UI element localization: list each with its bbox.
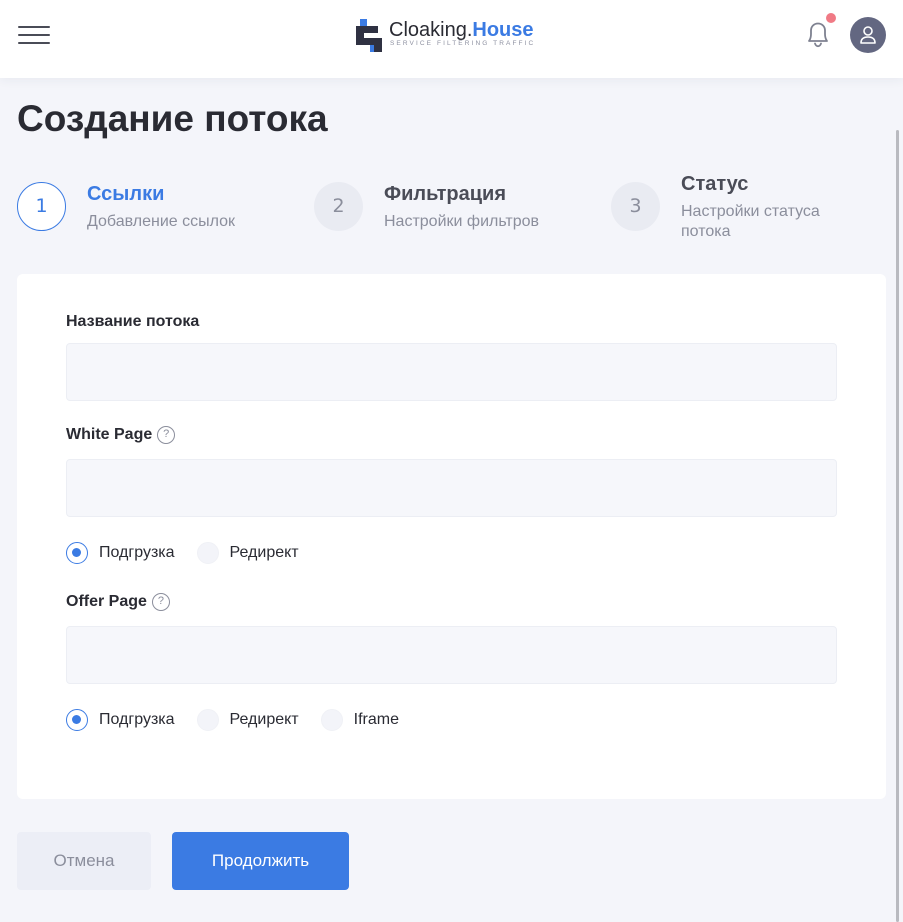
- white-page-radio-load[interactable]: Подгрузка: [66, 542, 175, 564]
- step-title: Ссылки: [87, 183, 165, 205]
- step-subtitle: Настройки фильтров: [384, 213, 540, 230]
- offer-page-help-icon[interactable]: ?: [151, 593, 170, 611]
- offer-page-label-text: Offer Page: [66, 593, 147, 610]
- radio-label: Редирект: [229, 544, 299, 561]
- radio-label: Iframe: [353, 711, 399, 728]
- white-page-label: White Page ?: [66, 426, 176, 444]
- offer-page-radio-load[interactable]: Подгрузка: [66, 709, 175, 731]
- logo-accent: House: [472, 19, 534, 41]
- logo-wordmark: Cloaking.House: [389, 18, 534, 42]
- scrollbar[interactable]: [896, 130, 899, 922]
- offer-page-label: Offer Page ?: [66, 593, 170, 611]
- step-number: 1: [17, 182, 66, 231]
- offer-page-input[interactable]: [66, 626, 837, 684]
- user-icon: [860, 26, 876, 44]
- user-avatar[interactable]: [850, 17, 886, 53]
- radio-dot: [66, 709, 88, 731]
- radio-dot: [196, 542, 219, 564]
- menu-icon-line: [18, 34, 50, 36]
- white-page-mode-group: Подгрузка Редирект: [66, 542, 321, 564]
- top-bar: Cloaking.House SERVICE FILTERING TRAFFIC: [0, 0, 903, 78]
- notification-bell-icon[interactable]: [803, 18, 833, 50]
- logo-tagline: SERVICE FILTERING TRAFFIC: [390, 40, 536, 47]
- white-page-help-icon[interactable]: ?: [157, 426, 176, 444]
- radio-label: Подгрузка: [99, 711, 175, 728]
- stream-name-input[interactable]: [66, 343, 837, 401]
- radio-label: Редирект: [229, 711, 299, 728]
- page-title: Создание потока: [17, 98, 328, 139]
- offer-page-radio-redirect[interactable]: Редирект: [196, 709, 299, 731]
- white-page-radio-redirect[interactable]: Редирект: [196, 542, 299, 564]
- notification-dot: [826, 13, 836, 23]
- radio-dot: [66, 542, 88, 564]
- menu-icon-line: [18, 42, 50, 44]
- step-number: 3: [611, 182, 660, 231]
- white-page-label-text: White Page: [66, 426, 153, 443]
- step-number: 2: [314, 182, 363, 231]
- offer-page-radio-iframe[interactable]: Iframe: [320, 709, 399, 731]
- step-subtitle: Добавление ссылок: [87, 213, 236, 230]
- logo-main: Cloaking.: [389, 19, 473, 41]
- logo-mark-icon: [356, 19, 382, 52]
- stream-name-label-text: Название потока: [66, 313, 200, 330]
- menu-icon-line: [18, 26, 50, 28]
- step-subtitle: Настройки статуса потока: [681, 203, 820, 240]
- cancel-button[interactable]: Отмена: [17, 832, 151, 890]
- white-page-input[interactable]: [66, 459, 837, 517]
- step-title: Статус: [681, 173, 749, 195]
- continue-button[interactable]: Продолжить: [172, 832, 349, 890]
- offer-page-mode-group: Подгрузка Редирект Iframe: [66, 709, 421, 731]
- stream-name-label: Название потока: [66, 313, 199, 331]
- radio-label: Подгрузка: [99, 544, 175, 561]
- step-title: Фильтрация: [384, 183, 507, 205]
- radio-dot: [320, 709, 343, 731]
- stream-form-card: Название потока White Page ? Подгрузка Р…: [17, 274, 886, 799]
- radio-dot: [196, 709, 219, 731]
- menu-icon[interactable]: [18, 24, 50, 46]
